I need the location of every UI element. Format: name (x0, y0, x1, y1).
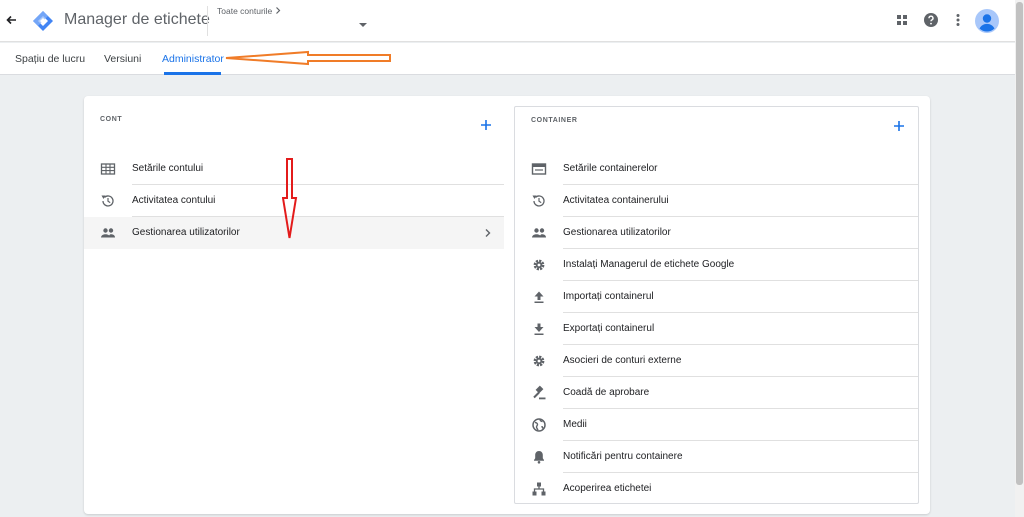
container-activity-row[interactable]: Activitatea containerului (515, 185, 918, 217)
gear-icon (533, 355, 545, 367)
container-notifications-label: Notificări pentru containere (563, 451, 683, 462)
container-settings-row[interactable]: Setările containerelor (515, 153, 918, 185)
approval-queue-label: Coadă de aprobare (563, 387, 650, 398)
window-icon (531, 163, 547, 175)
external-accounts-label: Asocieri de conturi externe (563, 355, 682, 366)
install-gtm-row[interactable]: Instalați Managerul de etichete Google (515, 249, 918, 281)
tab-workspace[interactable]: Spațiu de lucru (15, 53, 85, 65)
import-container-label: Importați containerul (563, 291, 654, 302)
external-accounts-row[interactable]: Asocieri de conturi externe (515, 345, 918, 377)
sitemap-icon (532, 482, 546, 496)
add-account-icon[interactable] (480, 119, 492, 131)
back-arrow-icon[interactable] (4, 12, 20, 28)
add-container-icon[interactable] (893, 120, 905, 132)
history-icon (532, 195, 545, 207)
people-icon (532, 228, 546, 238)
header-divider (207, 6, 208, 36)
export-container-label: Exportați containerul (563, 323, 655, 334)
container-notifications-row[interactable]: Notificări pentru containere (515, 441, 918, 473)
tag-coverage-row[interactable]: Acoperirea etichetei (515, 473, 918, 505)
container-user-management-row[interactable]: Gestionarea utilizatorilor (515, 217, 918, 249)
help-icon[interactable] (923, 12, 939, 28)
tab-versions[interactable]: Versiuni (104, 53, 141, 65)
account-avatar-icon[interactable] (975, 9, 999, 33)
account-panel-title: CONT (100, 116, 123, 123)
app-title: Manager de etichete (64, 11, 210, 28)
tab-bar: Spațiu de lucru Versiuni Administrator (0, 43, 1015, 75)
export-container-row[interactable]: Exportați containerul (515, 313, 918, 345)
environments-row[interactable]: Medii (515, 409, 918, 441)
globe-icon (532, 418, 546, 432)
chevron-right-icon (485, 229, 491, 237)
approval-queue-row[interactable]: Coadă de aprobare (515, 377, 918, 409)
chevron-right-icon (276, 7, 281, 14)
people-icon (101, 228, 115, 238)
top-app-bar: Manager de etichete Toate conturile (0, 0, 1024, 42)
apps-grid-icon[interactable] (894, 12, 910, 28)
admin-card: CONT Setările contului Activitatea contu… (84, 96, 930, 514)
tab-admin[interactable]: Administrator (162, 53, 224, 65)
scrollbar-thumb[interactable] (1016, 2, 1023, 485)
more-vert-icon[interactable] (950, 12, 966, 28)
account-breadcrumb[interactable]: Toate conturile (217, 6, 272, 16)
table-icon (100, 163, 116, 175)
active-tab-indicator (164, 72, 221, 75)
tag-coverage-label: Acoperirea etichetei (563, 483, 652, 494)
orange-annotation-arrow (225, 50, 391, 66)
import-container-row[interactable]: Importați containerul (515, 281, 918, 313)
container-user-management-label: Gestionarea utilizatorilor (563, 227, 671, 238)
gavel-icon (533, 385, 546, 400)
bell-icon (534, 451, 544, 464)
red-annotation-arrow (282, 158, 298, 239)
dropdown-caret-icon[interactable] (358, 22, 368, 28)
upload-icon (534, 291, 544, 303)
gtm-logo-icon (33, 11, 53, 31)
scrollbar-track[interactable] (1015, 0, 1024, 517)
environments-label: Medii (563, 419, 587, 430)
history-icon (101, 195, 114, 207)
download-icon (534, 323, 544, 335)
container-panel: CONTAINER Setările containerelor Activit… (514, 106, 919, 504)
install-gtm-label: Instalați Managerul de etichete Google (563, 259, 735, 270)
container-activity-label: Activitatea containerului (563, 195, 669, 206)
container-settings-label: Setările containerelor (563, 163, 658, 174)
account-user-management-label: Gestionarea utilizatorilor (132, 227, 240, 238)
gear-icon (533, 259, 545, 271)
account-settings-label: Setările contului (132, 163, 204, 174)
account-activity-label: Activitatea contului (132, 195, 216, 206)
container-panel-title: CONTAINER (531, 117, 578, 124)
